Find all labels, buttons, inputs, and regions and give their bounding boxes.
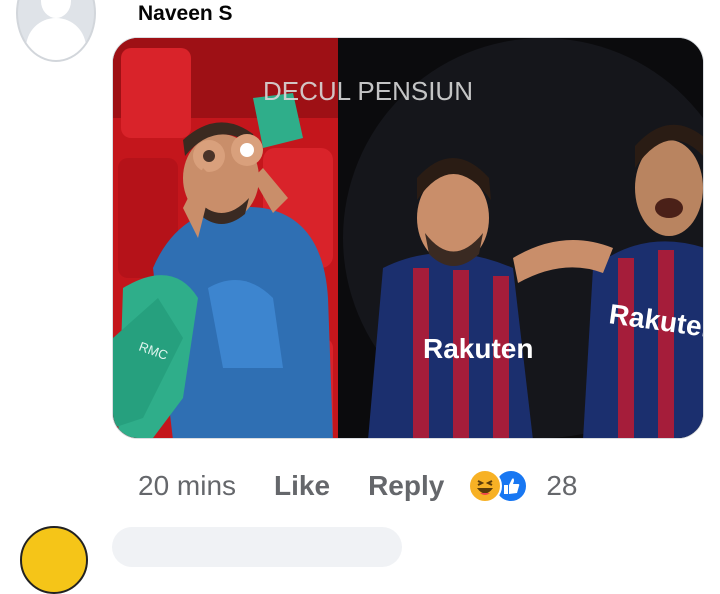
reply-button[interactable]: Reply	[368, 470, 444, 502]
like-button[interactable]: Like	[274, 470, 330, 502]
haha-icon	[468, 469, 503, 503]
comment-timestamp[interactable]: 20 mins	[138, 470, 236, 502]
reaction-summary[interactable]: 28	[468, 469, 577, 503]
next-commenter-avatar[interactable]	[20, 526, 88, 594]
avatar-head-shape	[41, 0, 71, 18]
comment-author-name[interactable]: Naveen S	[138, 2, 233, 26]
photo-sponsor-text-1: Rakuten	[423, 333, 533, 364]
commenter-avatar[interactable]	[16, 0, 96, 62]
next-comment-bubble[interactable]	[112, 527, 402, 567]
photo-watermark-text: DECUL PENSIUN	[263, 76, 473, 106]
comment-actions: 20 mins Like Reply 28	[138, 466, 577, 506]
reaction-count: 28	[546, 470, 578, 501]
comment-photo[interactable]: DECUL PENSIUN RMC Rakuten Rakuten	[112, 37, 704, 439]
avatar-shoulders-shape	[26, 18, 86, 60]
comment-photo-illustration: DECUL PENSIUN RMC Rakuten Rakuten	[113, 38, 703, 438]
